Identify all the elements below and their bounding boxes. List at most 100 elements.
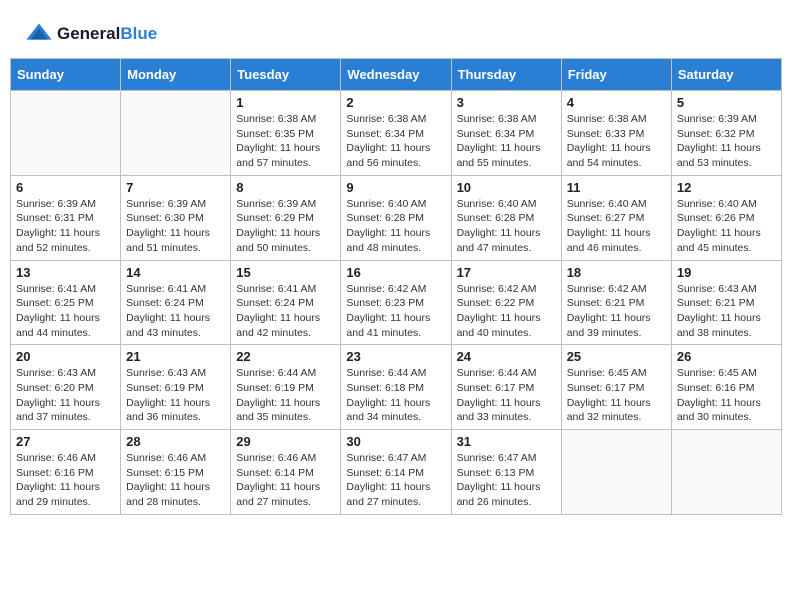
calendar-cell: 20 Sunrise: 6:43 AMSunset: 6:20 PMDayligh… (11, 345, 121, 430)
day-number: 7 (126, 180, 225, 195)
day-number: 14 (126, 265, 225, 280)
calendar-cell (11, 91, 121, 176)
page-header: GeneralBlue (10, 10, 782, 53)
calendar-cell: 3 Sunrise: 6:38 AMSunset: 6:34 PMDaylight… (451, 91, 561, 176)
day-info: Sunrise: 6:40 AMSunset: 6:28 PMDaylight:… (457, 197, 556, 256)
day-info: Sunrise: 6:47 AMSunset: 6:14 PMDaylight:… (346, 451, 445, 510)
day-info: Sunrise: 6:46 AMSunset: 6:15 PMDaylight:… (126, 451, 225, 510)
calendar-cell: 10 Sunrise: 6:40 AMSunset: 6:28 PMDayligh… (451, 175, 561, 260)
day-number: 4 (567, 95, 666, 110)
day-number: 8 (236, 180, 335, 195)
calendar-cell (561, 430, 671, 515)
calendar-cell: 31 Sunrise: 6:47 AMSunset: 6:13 PMDayligh… (451, 430, 561, 515)
day-info: Sunrise: 6:39 AMSunset: 6:32 PMDaylight:… (677, 112, 776, 171)
calendar-cell (121, 91, 231, 176)
day-number: 29 (236, 434, 335, 449)
day-info: Sunrise: 6:47 AMSunset: 6:13 PMDaylight:… (457, 451, 556, 510)
calendar-cell: 16Sunrise: 6:42 AMSunset: 6:23 PMDayligh… (341, 260, 451, 345)
day-info: Sunrise: 6:38 AMSunset: 6:34 PMDaylight:… (457, 112, 556, 171)
day-number: 2 (346, 95, 445, 110)
day-info: Sunrise: 6:45 AMSunset: 6:17 PMDaylight:… (567, 366, 666, 425)
logo-text: GeneralBlue (57, 24, 157, 44)
day-number: 1 (236, 95, 335, 110)
calendar-body: 1 Sunrise: 6:38 AMSunset: 6:35 PMDaylight… (11, 91, 782, 515)
calendar-week-row: 1 Sunrise: 6:38 AMSunset: 6:35 PMDaylight… (11, 91, 782, 176)
day-info: Sunrise: 6:41 AMSunset: 6:24 PMDaylight:… (126, 282, 225, 341)
day-number: 18 (567, 265, 666, 280)
day-info: Sunrise: 6:40 AMSunset: 6:28 PMDaylight:… (346, 197, 445, 256)
calendar-cell: 11Sunrise: 6:40 AMSunset: 6:27 PMDayligh… (561, 175, 671, 260)
day-info: Sunrise: 6:41 AMSunset: 6:25 PMDaylight:… (16, 282, 115, 341)
day-number: 6 (16, 180, 115, 195)
calendar-cell: 8 Sunrise: 6:39 AMSunset: 6:29 PMDaylight… (231, 175, 341, 260)
calendar-cell: 24 Sunrise: 6:44 AMSunset: 6:17 PMDayligh… (451, 345, 561, 430)
day-info: Sunrise: 6:44 AMSunset: 6:18 PMDaylight:… (346, 366, 445, 425)
calendar-cell: 6 Sunrise: 6:39 AMSunset: 6:31 PMDaylight… (11, 175, 121, 260)
calendar-cell: 18 Sunrise: 6:42 AMSunset: 6:21 PMDayligh… (561, 260, 671, 345)
day-number: 19 (677, 265, 776, 280)
calendar-cell: 27Sunrise: 6:46 AMSunset: 6:16 PMDayligh… (11, 430, 121, 515)
calendar-week-row: 20 Sunrise: 6:43 AMSunset: 6:20 PMDayligh… (11, 345, 782, 430)
weekday-header: Saturday (671, 59, 781, 91)
day-info: Sunrise: 6:43 AMSunset: 6:20 PMDaylight:… (16, 366, 115, 425)
calendar-cell: 25 Sunrise: 6:45 AMSunset: 6:17 PMDayligh… (561, 345, 671, 430)
day-number: 26 (677, 349, 776, 364)
day-number: 27 (16, 434, 115, 449)
day-info: Sunrise: 6:38 AMSunset: 6:33 PMDaylight:… (567, 112, 666, 171)
day-number: 20 (16, 349, 115, 364)
day-info: Sunrise: 6:39 AMSunset: 6:30 PMDaylight:… (126, 197, 225, 256)
calendar-cell: 28Sunrise: 6:46 AMSunset: 6:15 PMDayligh… (121, 430, 231, 515)
day-info: Sunrise: 6:42 AMSunset: 6:21 PMDaylight:… (567, 282, 666, 341)
calendar-cell: 26 Sunrise: 6:45 AMSunset: 6:16 PMDayligh… (671, 345, 781, 430)
day-number: 15 (236, 265, 335, 280)
calendar-week-row: 13 Sunrise: 6:41 AMSunset: 6:25 PMDayligh… (11, 260, 782, 345)
day-info: Sunrise: 6:44 AMSunset: 6:17 PMDaylight:… (457, 366, 556, 425)
calendar-cell: 23 Sunrise: 6:44 AMSunset: 6:18 PMDayligh… (341, 345, 451, 430)
day-info: Sunrise: 6:39 AMSunset: 6:31 PMDaylight:… (16, 197, 115, 256)
calendar-cell: 4 Sunrise: 6:38 AMSunset: 6:33 PMDaylight… (561, 91, 671, 176)
day-info: Sunrise: 6:42 AMSunset: 6:22 PMDaylight:… (457, 282, 556, 341)
calendar-cell: 13 Sunrise: 6:41 AMSunset: 6:25 PMDayligh… (11, 260, 121, 345)
day-number: 30 (346, 434, 445, 449)
calendar-cell: 21 Sunrise: 6:43 AMSunset: 6:19 PMDayligh… (121, 345, 231, 430)
calendar-week-row: 6 Sunrise: 6:39 AMSunset: 6:31 PMDaylight… (11, 175, 782, 260)
day-number: 3 (457, 95, 556, 110)
day-info: Sunrise: 6:39 AMSunset: 6:29 PMDaylight:… (236, 197, 335, 256)
day-info: Sunrise: 6:46 AMSunset: 6:14 PMDaylight:… (236, 451, 335, 510)
day-info: Sunrise: 6:43 AMSunset: 6:19 PMDaylight:… (126, 366, 225, 425)
calendar-cell: 2 Sunrise: 6:38 AMSunset: 6:34 PMDaylight… (341, 91, 451, 176)
day-number: 25 (567, 349, 666, 364)
day-number: 17 (457, 265, 556, 280)
day-number: 10 (457, 180, 556, 195)
logo: GeneralBlue (25, 20, 157, 48)
calendar-cell: 14 Sunrise: 6:41 AMSunset: 6:24 PMDayligh… (121, 260, 231, 345)
calendar-cell (671, 430, 781, 515)
calendar-cell: 29 Sunrise: 6:46 AMSunset: 6:14 PMDayligh… (231, 430, 341, 515)
calendar-cell: 7 Sunrise: 6:39 AMSunset: 6:30 PMDaylight… (121, 175, 231, 260)
day-info: Sunrise: 6:40 AMSunset: 6:26 PMDaylight:… (677, 197, 776, 256)
day-info: Sunrise: 6:38 AMSunset: 6:35 PMDaylight:… (236, 112, 335, 171)
day-number: 21 (126, 349, 225, 364)
day-number: 31 (457, 434, 556, 449)
calendar-cell: 22 Sunrise: 6:44 AMSunset: 6:19 PMDayligh… (231, 345, 341, 430)
day-number: 13 (16, 265, 115, 280)
calendar-cell: 9Sunrise: 6:40 AMSunset: 6:28 PMDaylight… (341, 175, 451, 260)
day-number: 23 (346, 349, 445, 364)
calendar-cell: 12 Sunrise: 6:40 AMSunset: 6:26 PMDayligh… (671, 175, 781, 260)
calendar-cell: 15Sunrise: 6:41 AMSunset: 6:24 PMDayligh… (231, 260, 341, 345)
calendar-cell: 1 Sunrise: 6:38 AMSunset: 6:35 PMDaylight… (231, 91, 341, 176)
calendar-cell: 5Sunrise: 6:39 AMSunset: 6:32 PMDaylight… (671, 91, 781, 176)
day-info: Sunrise: 6:45 AMSunset: 6:16 PMDaylight:… (677, 366, 776, 425)
calendar-cell: 17 Sunrise: 6:42 AMSunset: 6:22 PMDayligh… (451, 260, 561, 345)
day-info: Sunrise: 6:43 AMSunset: 6:21 PMDaylight:… (677, 282, 776, 341)
weekday-header: Tuesday (231, 59, 341, 91)
day-number: 16 (346, 265, 445, 280)
day-number: 12 (677, 180, 776, 195)
day-number: 22 (236, 349, 335, 364)
day-info: Sunrise: 6:44 AMSunset: 6:19 PMDaylight:… (236, 366, 335, 425)
day-number: 11 (567, 180, 666, 195)
calendar-week-row: 27Sunrise: 6:46 AMSunset: 6:16 PMDayligh… (11, 430, 782, 515)
day-number: 24 (457, 349, 556, 364)
weekday-header: Monday (121, 59, 231, 91)
day-info: Sunrise: 6:38 AMSunset: 6:34 PMDaylight:… (346, 112, 445, 171)
